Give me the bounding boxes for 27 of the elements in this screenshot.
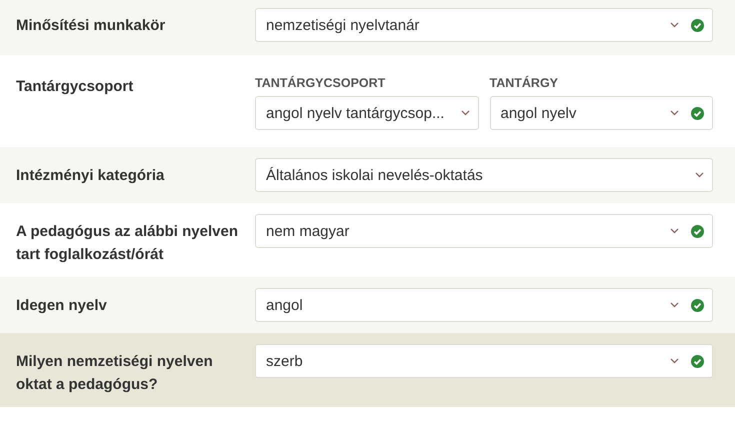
select-field[interactable]: angol nyelv tantárgycsop... [255,96,478,130]
chevron-down-icon [670,228,679,234]
chevron-down-icon [670,358,679,364]
select-field[interactable]: szerb [255,344,713,378]
field-label: Minősítési munkakör [16,16,166,36]
select-field[interactable]: nemzetiségi nyelvtanár [255,8,713,42]
field-caption: TANTÁRGYCSOPORT [255,75,386,91]
chevron-down-icon [670,22,679,28]
check-circle-icon [691,224,704,238]
chevron-down-icon [670,110,679,116]
check-circle-icon [691,106,704,120]
check-circle-icon [691,18,704,32]
check-circle-icon [691,298,704,312]
field-label: Milyen nemzetiségi nyelven oktat a pedagógus? [16,352,214,395]
field-label: Tantárgycsoport [16,77,134,97]
check-circle-icon [691,354,704,368]
field-label: Idegen nyelv [16,296,108,316]
field-caption: TANTÁRGY [490,75,560,91]
field-label: Intézményi kategória [16,166,166,186]
field-label: A pedagógus az alábbi nyelven tart foglalkozást/órát [16,222,239,265]
chevron-down-icon [670,302,679,308]
select-field[interactable]: angol [255,288,713,322]
select-field[interactable]: angol nyelv [490,96,713,130]
select-field[interactable]: nem magyar [255,214,713,248]
select-field[interactable]: Általános iskolai nevelés-oktatás [255,158,713,192]
chevron-down-icon [695,172,704,178]
chevron-down-icon [460,110,470,116]
